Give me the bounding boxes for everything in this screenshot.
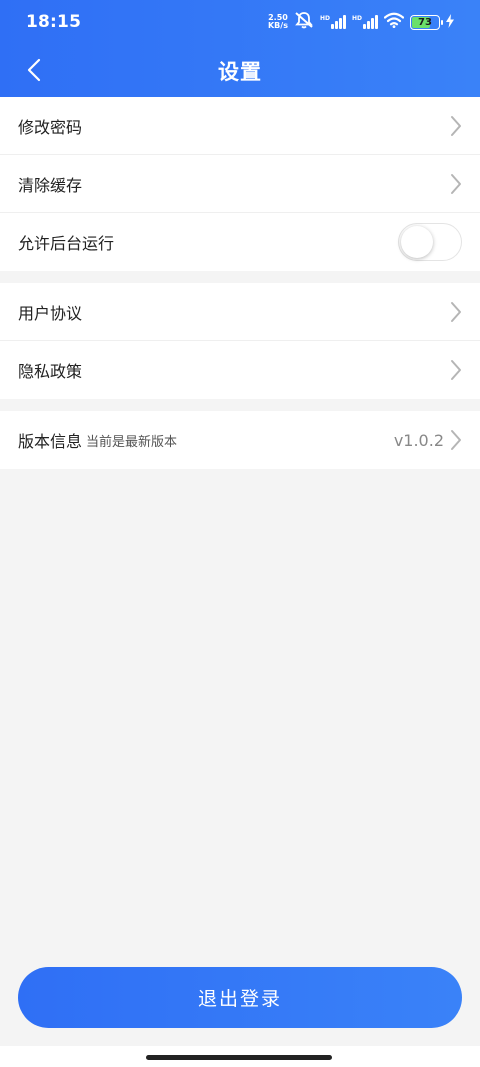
network-speed-unit: KB/s	[267, 21, 288, 30]
hd-label: HD	[319, 15, 330, 22]
change-password-row[interactable]: 修改密码	[0, 97, 480, 155]
settings-group-legal: 用户协议 隐私政策	[0, 283, 480, 399]
settings-group-account: 修改密码 清除缓存 允许后台运行	[0, 97, 480, 271]
chevron-right-icon	[451, 360, 461, 380]
row-label: 用户协议	[18, 303, 83, 323]
battery-icon: 73	[410, 14, 443, 30]
toggle-knob	[401, 226, 433, 258]
user-agreement-row[interactable]: 用户协议	[0, 283, 480, 341]
charging-icon	[446, 13, 454, 32]
mute-icon	[294, 11, 314, 33]
row-label: 隐私政策	[18, 362, 83, 381]
nav-bar: 设置	[0, 44, 480, 97]
chevron-right-icon	[451, 173, 461, 194]
signal-icon: HD	[320, 15, 346, 29]
version-number: v1.0.2	[393, 430, 444, 450]
wifi-icon	[383, 12, 405, 32]
version-status: 当前是最新版本	[86, 434, 178, 450]
row-label: 版本信息	[18, 432, 83, 451]
battery-level: 73	[418, 16, 432, 28]
signal-icon: HD	[352, 15, 378, 29]
chevron-right-icon	[451, 301, 461, 322]
chevron-left-icon	[27, 58, 41, 82]
privacy-policy-row[interactable]: 隐私政策	[0, 341, 480, 399]
network-speed: 2.50 KB/s	[268, 14, 288, 30]
row-label: 修改密码	[18, 117, 83, 137]
hd-label: HD	[351, 15, 362, 22]
version-info-row[interactable]: 版本信息 当前是最新版本 v1.0.2	[0, 411, 480, 469]
home-indicator[interactable]	[146, 1055, 332, 1060]
background-run-toggle[interactable]	[398, 223, 462, 261]
clear-cache-row[interactable]: 清除缓存	[0, 155, 480, 213]
settings-group-version: 版本信息 当前是最新版本 v1.0.2	[0, 411, 480, 469]
status-icons: 2.50 KB/s HD HD 73	[268, 11, 454, 33]
status-bar: 18:15 2.50 KB/s HD HD 73	[0, 0, 480, 44]
logout-button[interactable]: 退出登录	[18, 967, 462, 1028]
row-label: 允许后台运行	[18, 234, 115, 253]
chevron-right-icon	[451, 430, 461, 450]
page-title: 设置	[218, 59, 262, 84]
row-label: 清除缓存	[18, 175, 83, 195]
header: 18:15 2.50 KB/s HD HD 73 设置	[0, 0, 480, 97]
status-time: 18:15	[26, 12, 82, 32]
chevron-right-icon	[451, 115, 461, 136]
settings-screen: 18:15 2.50 KB/s HD HD 73 设置 修改密码 清除缓存 允许…	[0, 0, 480, 1067]
back-button[interactable]	[16, 52, 52, 88]
background-run-row: 允许后台运行	[0, 213, 480, 271]
